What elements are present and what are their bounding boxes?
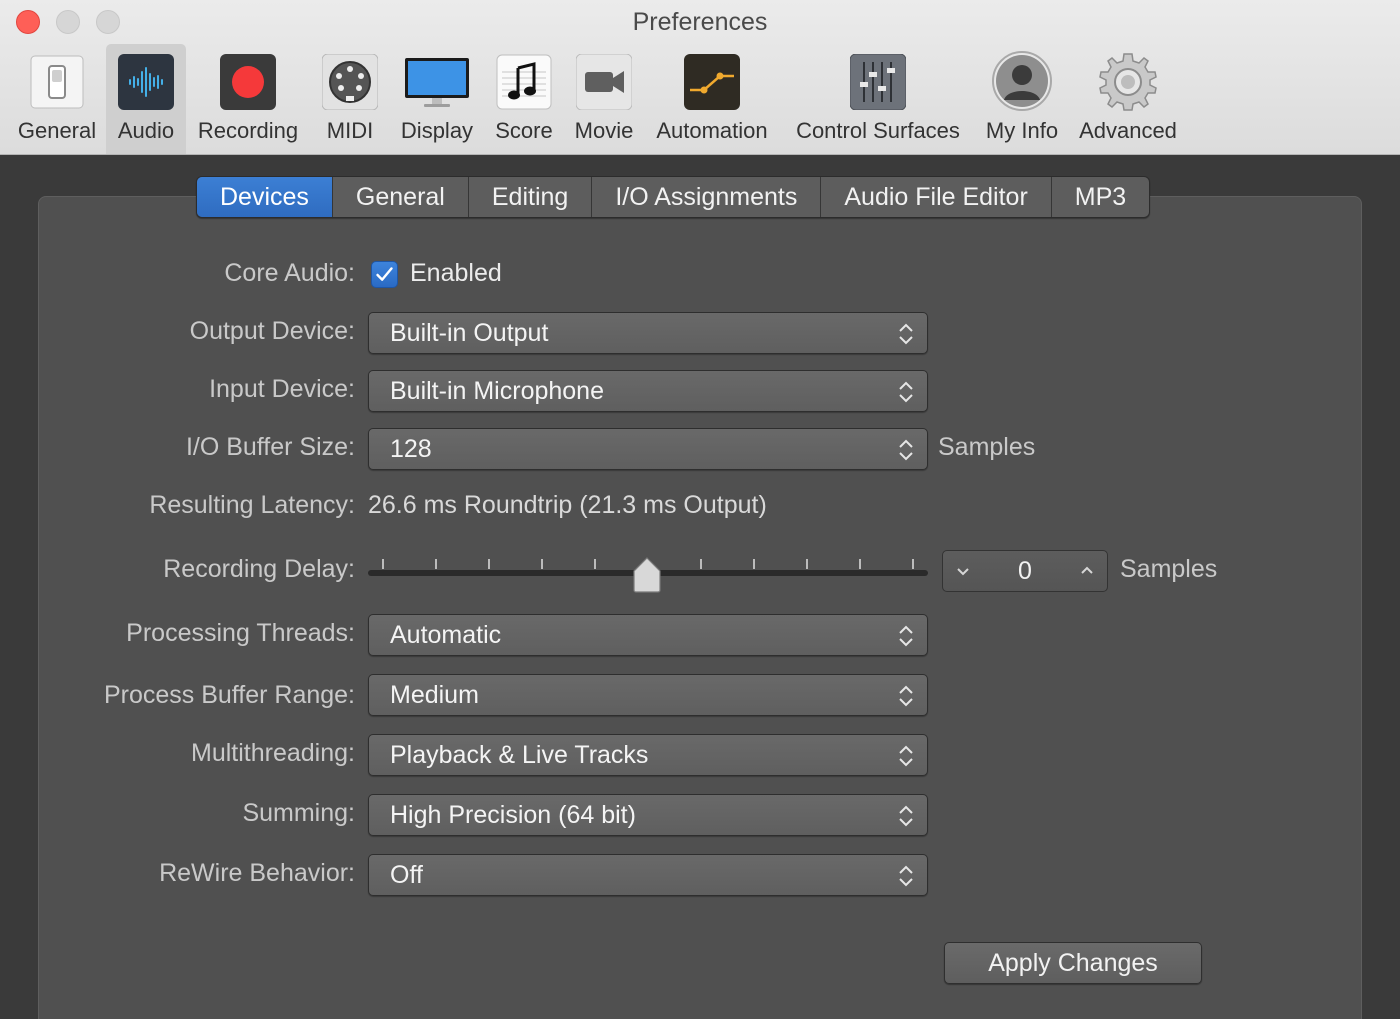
toolbar-item-my-info[interactable]: My Info <box>978 44 1066 154</box>
process-buffer-range-label: Process Buffer Range: <box>103 681 355 709</box>
toolbar-label: Recording <box>197 118 299 143</box>
recording-delay-unit: Samples <box>1120 555 1218 583</box>
updown-chevron-icon <box>899 323 913 345</box>
multithreading-popup[interactable]: Playback & Live Tracks <box>368 734 928 776</box>
toolbar-label: Movie <box>574 118 634 143</box>
input-device-value: Built-in Microphone <box>390 377 604 405</box>
updown-chevron-icon <box>899 439 913 461</box>
processing-threads-popup[interactable]: Automatic <box>368 614 928 656</box>
processing-threads-label: Processing Threads: <box>126 619 355 647</box>
audio-waveform-icon <box>118 54 174 110</box>
output-device-label: Output Device: <box>189 317 355 345</box>
core-audio-checkbox[interactable] <box>371 261 398 288</box>
window-title: Preferences <box>632 8 768 36</box>
tab-devices[interactable]: Devices <box>197 177 333 217</box>
display-monitor-icon <box>405 58 469 107</box>
toolbar-label: Advanced <box>1079 118 1177 143</box>
summing-value: High Precision (64 bit) <box>390 801 636 829</box>
user-silhouette-icon <box>992 51 1052 111</box>
latency-label: Resulting Latency: <box>149 491 355 519</box>
rewire-behavior-popup[interactable]: Off <box>368 854 928 896</box>
slider-tick <box>382 559 384 569</box>
toolbar-item-score[interactable]: Score <box>486 44 562 154</box>
updown-chevron-icon <box>899 805 913 827</box>
record-icon <box>220 54 276 110</box>
checkmark-icon <box>376 267 393 281</box>
toolbar-item-audio[interactable]: Audio <box>106 44 186 154</box>
buffer-size-popup[interactable]: 128 <box>368 428 928 470</box>
slider-tick <box>594 559 596 569</box>
tab-audio-file-editor[interactable]: Audio File Editor <box>821 177 1052 217</box>
window-titlebar: Preferences General Audio Recording MIDI… <box>0 0 1400 155</box>
toolbar-label: Display <box>400 118 474 143</box>
slider-tick <box>541 559 543 569</box>
tab-io-assignments[interactable]: I/O Assignments <box>592 177 822 217</box>
general-switch-icon <box>30 55 84 109</box>
gear-icon <box>1099 53 1157 111</box>
recording-delay-slider-knob[interactable] <box>632 557 662 593</box>
slider-tick <box>753 559 755 569</box>
toolbar-item-recording[interactable]: Recording <box>192 44 304 154</box>
toolbar-label: Audio <box>117 118 175 143</box>
core-audio-label: Core Audio: <box>224 259 355 287</box>
increment-chevron-icon[interactable] <box>1079 563 1095 579</box>
updown-chevron-icon <box>899 745 913 767</box>
input-device-popup[interactable]: Built-in Microphone <box>368 370 928 412</box>
multithreading-label: Multithreading: <box>191 739 355 767</box>
toolbar-label: MIDI <box>326 118 374 143</box>
rewire-behavior-label: ReWire Behavior: <box>159 859 355 887</box>
summing-popup[interactable]: High Precision (64 bit) <box>368 794 928 836</box>
toolbar-item-movie[interactable]: Movie <box>568 44 640 154</box>
apply-changes-button[interactable]: Apply Changes <box>944 942 1202 984</box>
multithreading-value: Playback & Live Tracks <box>390 741 649 769</box>
toolbar-item-automation[interactable]: Automation <box>648 44 776 154</box>
slider-tick <box>488 559 490 569</box>
updown-chevron-icon <box>899 381 913 403</box>
rewire-behavior-value: Off <box>390 861 423 889</box>
toolbar-item-display[interactable]: Display <box>396 44 478 154</box>
latency-value: 26.6 ms Roundtrip (21.3 ms Output) <box>368 491 767 519</box>
toolbar-item-control-surfaces[interactable]: Control Surfaces <box>784 44 972 154</box>
slider-tick <box>912 559 914 569</box>
tab-general[interactable]: General <box>333 177 469 217</box>
toolbar-label: Control Surfaces <box>796 118 960 143</box>
updown-chevron-icon <box>899 685 913 707</box>
recording-delay-label: Recording Delay: <box>163 555 355 583</box>
core-audio-checkbox-label[interactable]: Enabled <box>410 259 502 288</box>
updown-chevron-icon <box>899 625 913 647</box>
buffer-size-unit: Samples <box>938 433 1036 461</box>
slider-tick <box>435 559 437 569</box>
toolbar-label: My Info <box>985 118 1059 143</box>
buffer-size-label: I/O Buffer Size: <box>185 433 355 461</box>
slider-tick <box>700 559 702 569</box>
updown-chevron-icon <box>899 865 913 887</box>
faders-icon <box>850 54 906 110</box>
toolbar-item-midi[interactable]: MIDI <box>310 44 390 154</box>
output-device-value: Built-in Output <box>390 319 549 347</box>
toolbar-label: General <box>17 118 97 143</box>
tab-editing[interactable]: Editing <box>469 177 593 217</box>
toolbar-label: Automation <box>656 118 768 143</box>
process-buffer-range-value: Medium <box>390 681 479 709</box>
music-note-icon <box>496 54 552 110</box>
segmented-tab-bar: Devices General Editing I/O Assignments … <box>196 176 1151 218</box>
tab-mp3[interactable]: MP3 <box>1052 177 1149 217</box>
buffer-size-value: 128 <box>390 435 432 463</box>
output-device-popup[interactable]: Built-in Output <box>368 312 928 354</box>
toolbar-label: Score <box>495 118 553 143</box>
summing-label: Summing: <box>242 799 355 827</box>
toolbar-item-general[interactable]: General <box>12 44 102 154</box>
midi-connector-icon <box>322 54 378 110</box>
slider-tick <box>806 559 808 569</box>
process-buffer-range-popup[interactable]: Medium <box>368 674 928 716</box>
slider-tick <box>859 559 861 569</box>
processing-threads-value: Automatic <box>390 621 502 649</box>
recording-delay-stepper[interactable]: 0 <box>942 550 1108 592</box>
toolbar-item-advanced[interactable]: Advanced <box>1072 44 1184 154</box>
input-device-label: Input Device: <box>209 375 355 403</box>
automation-curve-icon <box>684 54 740 110</box>
video-camera-icon <box>576 54 632 110</box>
